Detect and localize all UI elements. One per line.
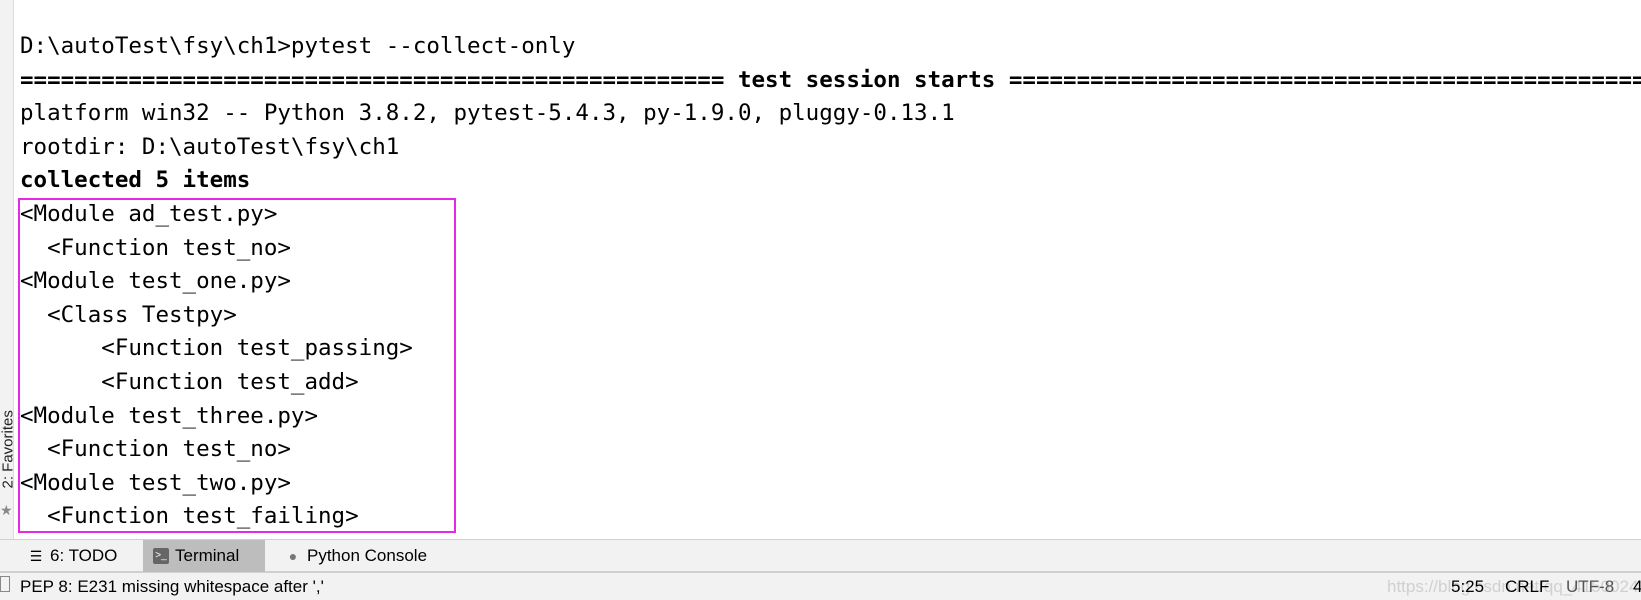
terminal-line: platform win32 -- Python 3.8.2, pytest-5…	[20, 100, 955, 127]
list-icon: ☰	[29, 548, 43, 564]
terminal-line: collected 5 items	[20, 167, 251, 194]
terminal-icon: >_	[153, 548, 169, 564]
tool-window-bar: ☰ 6: TODO >_ Terminal ● Python Console	[0, 539, 1641, 573]
tab-label: Python Console	[307, 546, 428, 565]
status-toggle-icon[interactable]	[0, 576, 10, 592]
terminal-line: D:\autoTest\fsy\ch1>pytest --collect-onl…	[20, 33, 576, 59]
terminal-line: ========================================…	[20, 66, 1641, 93]
highlight-box	[18, 198, 456, 533]
caret-position[interactable]: 5:25	[1451, 577, 1484, 597]
tab-python-console[interactable]: ● Python Console	[275, 540, 437, 572]
indent[interactable]: 4	[1633, 577, 1641, 597]
tab-todo[interactable]: ☰ 6: TODO	[18, 540, 127, 572]
star-icon: ★	[0, 502, 13, 518]
status-message: PEP 8: E231 missing whitespace after ','	[20, 577, 324, 596]
favorites-tab[interactable]: 2: Favorites	[0, 409, 17, 488]
encoding[interactable]: UTF-8	[1566, 577, 1614, 597]
python-icon: ●	[288, 548, 298, 564]
left-tool-strip: 2: Favorites ★	[0, 0, 17, 539]
terminal-line: rootdir: D:\autoTest\fsy\ch1	[20, 133, 400, 160]
tab-terminal[interactable]: >_ Terminal	[143, 540, 265, 572]
tab-label: 6: TODO	[50, 546, 118, 565]
status-bar: PEP 8: E231 missing whitespace after ','…	[0, 573, 1641, 600]
line-ending[interactable]: CRLF	[1505, 577, 1549, 597]
tab-label: Terminal	[175, 546, 240, 565]
